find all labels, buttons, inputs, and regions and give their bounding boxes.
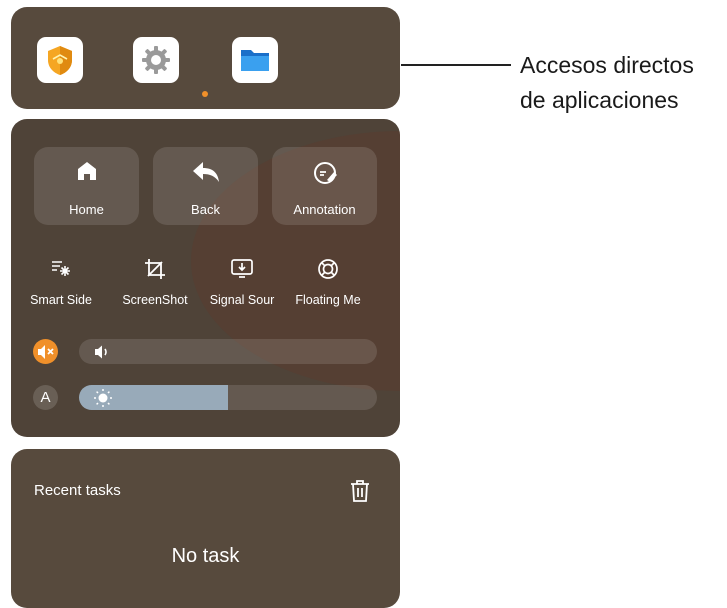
trash-icon: [351, 480, 369, 502]
auto-brightness-label: A: [40, 389, 51, 406]
back-label: Back: [191, 202, 220, 217]
no-task-message: No task: [171, 545, 240, 567]
home-icon: [77, 162, 96, 180]
recent-tasks-title: Recent tasks: [34, 482, 121, 499]
floating-menu-label: Floating Me: [295, 293, 361, 307]
mute-icon: [37, 344, 54, 359]
security-shield-icon[interactable]: [37, 37, 83, 83]
annotation-label: Annotation: [293, 202, 356, 217]
callout-line-2: de aplicaciones: [520, 87, 679, 113]
callout-label: Accesos directos de aplicaciones: [520, 48, 694, 118]
auto-brightness-button[interactable]: A: [33, 385, 58, 410]
signal-source-tool[interactable]: Signal Sour: [197, 253, 287, 313]
signal-source-label: Signal Sour: [209, 293, 275, 307]
smart-side-label: Smart Side: [30, 293, 92, 307]
crop-icon: [145, 259, 165, 279]
sun-icon: [94, 389, 112, 407]
mute-toggle-button[interactable]: [33, 339, 58, 364]
volume-icon: [95, 345, 107, 359]
recent-tasks-panel: Recent tasks No task: [11, 449, 400, 608]
signal-source-icon: [231, 259, 253, 278]
smart-side-icon: [52, 261, 70, 276]
file-manager-folder-icon[interactable]: [232, 37, 278, 83]
back-arrow-icon: [192, 162, 219, 182]
volume-slider[interactable]: [79, 339, 377, 364]
brightness-slider[interactable]: [79, 385, 377, 410]
floating-menu-icon: [318, 259, 338, 279]
app-shortcuts-panel: [11, 7, 400, 109]
control-center-panel: Home Back Annotation Smart Side ScreenSh…: [11, 119, 400, 437]
callout-line-1: Accesos directos: [520, 52, 694, 78]
screenshot-label: ScreenShot: [122, 293, 188, 307]
home-button[interactable]: Home: [34, 147, 139, 225]
clear-tasks-button[interactable]: [349, 479, 371, 508]
back-button[interactable]: Back: [153, 147, 258, 225]
settings-gear-icon[interactable]: [133, 37, 179, 83]
callout-line: [401, 64, 511, 66]
page-indicator-dot: [202, 91, 208, 97]
floating-menu-tool[interactable]: Floating Me: [283, 253, 373, 313]
annotation-button[interactable]: Annotation: [272, 147, 377, 225]
smart-side-tool[interactable]: Smart Side: [16, 253, 106, 313]
home-label: Home: [69, 202, 104, 217]
screenshot-tool[interactable]: ScreenShot: [110, 253, 200, 313]
annotation-pen-icon: [313, 162, 337, 184]
